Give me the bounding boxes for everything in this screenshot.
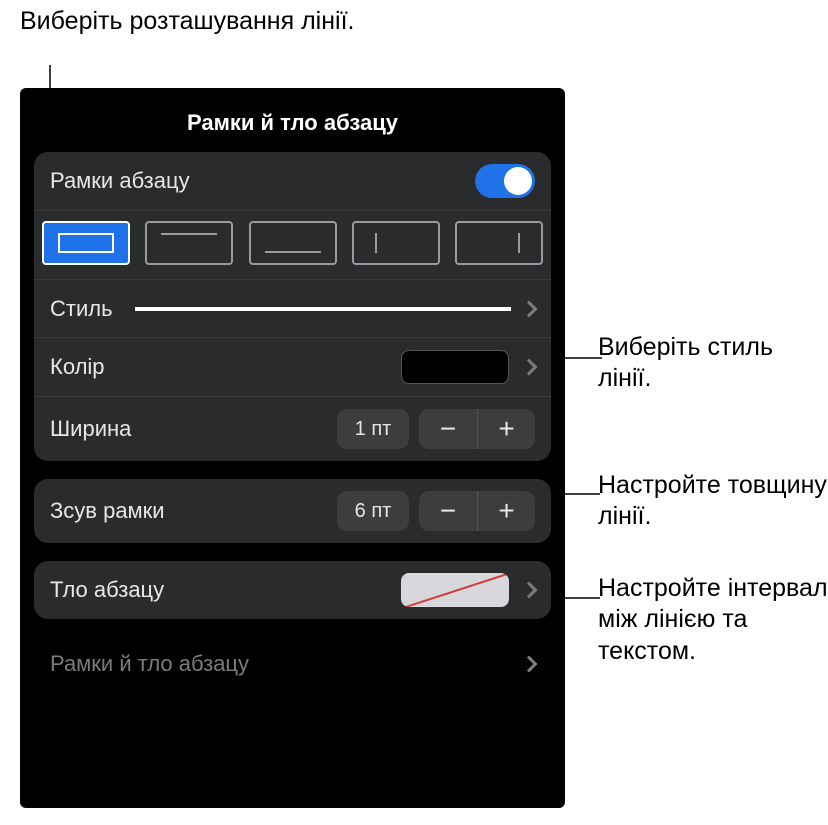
background-group: Тло абзацу	[34, 561, 551, 619]
borders-toggle-row: Рамки абзацу	[34, 152, 551, 210]
border-offset-decrement[interactable]: −	[419, 491, 477, 531]
border-offset-increment[interactable]: +	[477, 491, 535, 531]
paragraph-bg-swatch	[401, 573, 509, 607]
line-width-decrement[interactable]: −	[419, 409, 477, 449]
borders-group: Рамки абзацу Стиль Колір Ширина 1 пт	[34, 152, 551, 461]
borders-toggle[interactable]	[475, 164, 535, 198]
border-position-segmented	[34, 210, 551, 279]
panel-title: Рамки й тло абзацу	[20, 88, 565, 152]
chevron-right-icon	[521, 359, 538, 376]
line-width-value: 1 пт	[337, 409, 409, 449]
line-style-row[interactable]: Стиль	[34, 279, 551, 337]
chevron-right-icon	[521, 300, 538, 317]
border-pos-bottom[interactable]	[249, 221, 337, 265]
chevron-right-icon	[521, 656, 538, 673]
border-offset-stepper: − +	[419, 491, 535, 531]
line-style-label: Стиль	[50, 296, 113, 322]
line-width-label: Ширина	[50, 416, 131, 442]
callout-line-offset: Настройте інтервал між лінією та текстом…	[598, 573, 828, 667]
borders-toggle-label: Рамки абзацу	[50, 168, 190, 194]
chevron-right-icon	[521, 582, 538, 599]
callout-line-position: Виберіть розташування лінії.	[20, 6, 354, 37]
border-offset-label: Зсув рамки	[50, 498, 165, 524]
border-offset-row: Зсув рамки 6 пт − +	[34, 479, 551, 543]
border-pos-top[interactable]	[145, 221, 233, 265]
paragraph-bg-label: Тло абзацу	[50, 577, 164, 603]
offset-group: Зсув рамки 6 пт − +	[34, 479, 551, 543]
line-color-swatch	[401, 350, 509, 384]
borders-background-collapsed-label: Рамки й тло абзацу	[50, 651, 249, 677]
line-width-row: Ширина 1 пт − +	[34, 396, 551, 461]
paragraph-bg-row[interactable]: Тло абзацу	[34, 561, 551, 619]
border-pos-all[interactable]	[42, 221, 130, 265]
callout-line-width: Настройте товщину лінії.	[598, 470, 828, 533]
callout-line-style: Виберіть стиль лінії.	[598, 332, 828, 395]
border-offset-value: 6 пт	[337, 491, 409, 531]
line-style-preview	[135, 307, 511, 311]
border-pos-left[interactable]	[352, 221, 440, 265]
paragraph-borders-panel: Рамки й тло абзацу Рамки абзацу Стиль Ко…	[20, 88, 565, 808]
line-width-increment[interactable]: +	[477, 409, 535, 449]
borders-background-collapsed-row[interactable]: Рамки й тло абзацу	[20, 637, 565, 691]
border-pos-right[interactable]	[455, 221, 543, 265]
line-color-label: Колір	[50, 354, 105, 380]
line-width-stepper: − +	[419, 409, 535, 449]
line-color-row[interactable]: Колір	[34, 337, 551, 396]
